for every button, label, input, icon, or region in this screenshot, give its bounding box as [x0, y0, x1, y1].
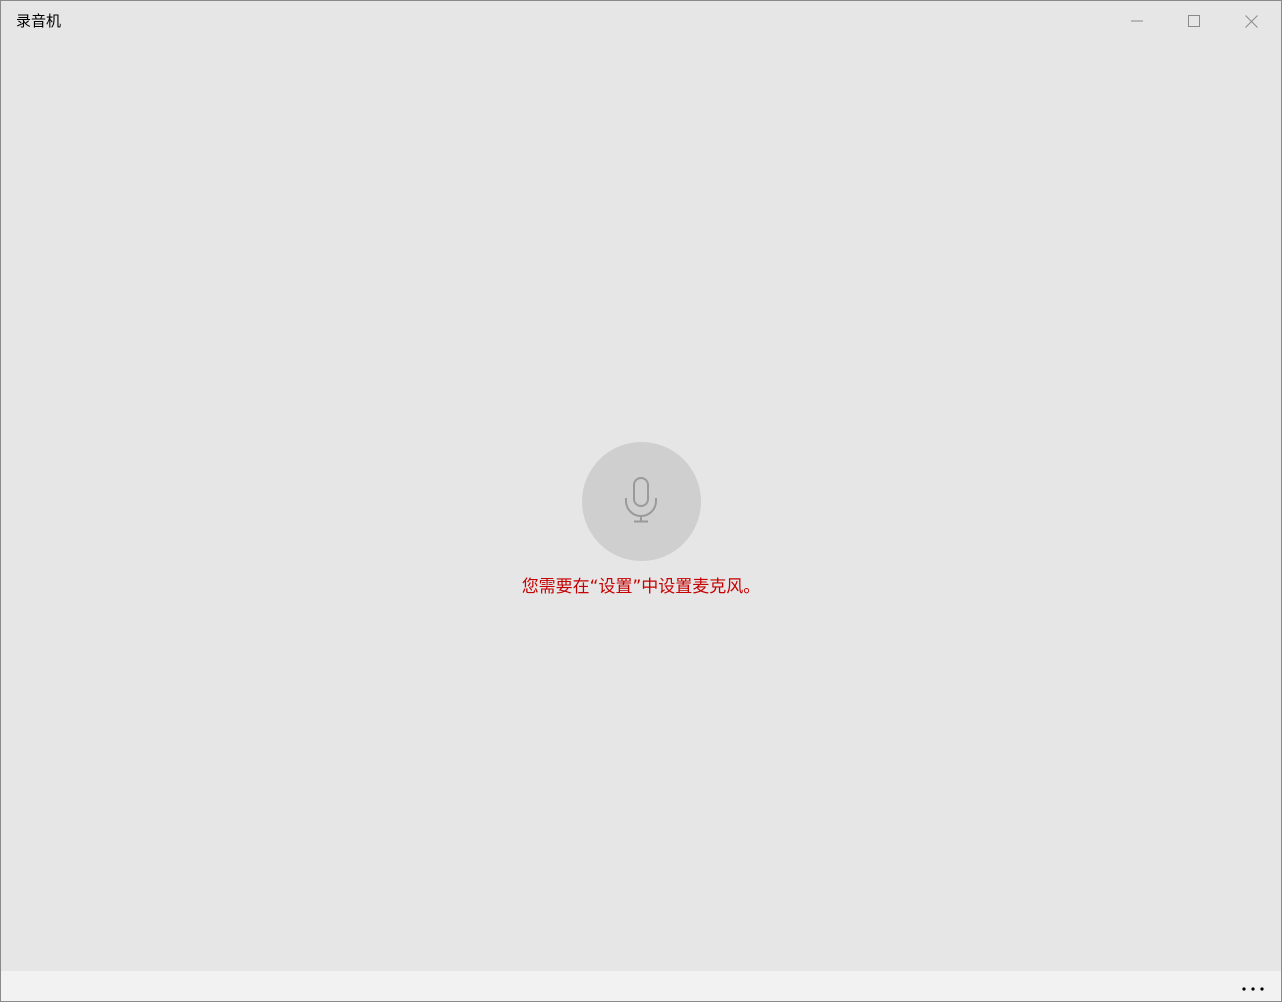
bottom-command-bar	[1, 971, 1281, 1001]
record-button[interactable]	[581, 442, 701, 561]
maximize-icon	[1188, 15, 1200, 27]
microphone-icon	[624, 476, 658, 527]
minimize-button[interactable]	[1109, 1, 1165, 41]
close-icon	[1244, 14, 1258, 28]
title-bar[interactable]: 录音机	[1, 1, 1281, 41]
voice-recorder-window: 录音机 您需要在“设置”中设置麦克风。	[0, 0, 1282, 1002]
maximize-button[interactable]	[1166, 1, 1222, 41]
more-options-button[interactable]	[1225, 971, 1281, 1001]
microphone-setup-message: 您需要在“设置”中设置麦克风。	[521, 577, 761, 597]
window-title: 录音机	[16, 12, 62, 30]
main-content: 您需要在“设置”中设置麦克风。	[1, 442, 1281, 598]
minimize-icon	[1131, 15, 1143, 27]
more-ellipsis-icon	[1241, 977, 1265, 996]
close-button[interactable]	[1223, 1, 1279, 41]
